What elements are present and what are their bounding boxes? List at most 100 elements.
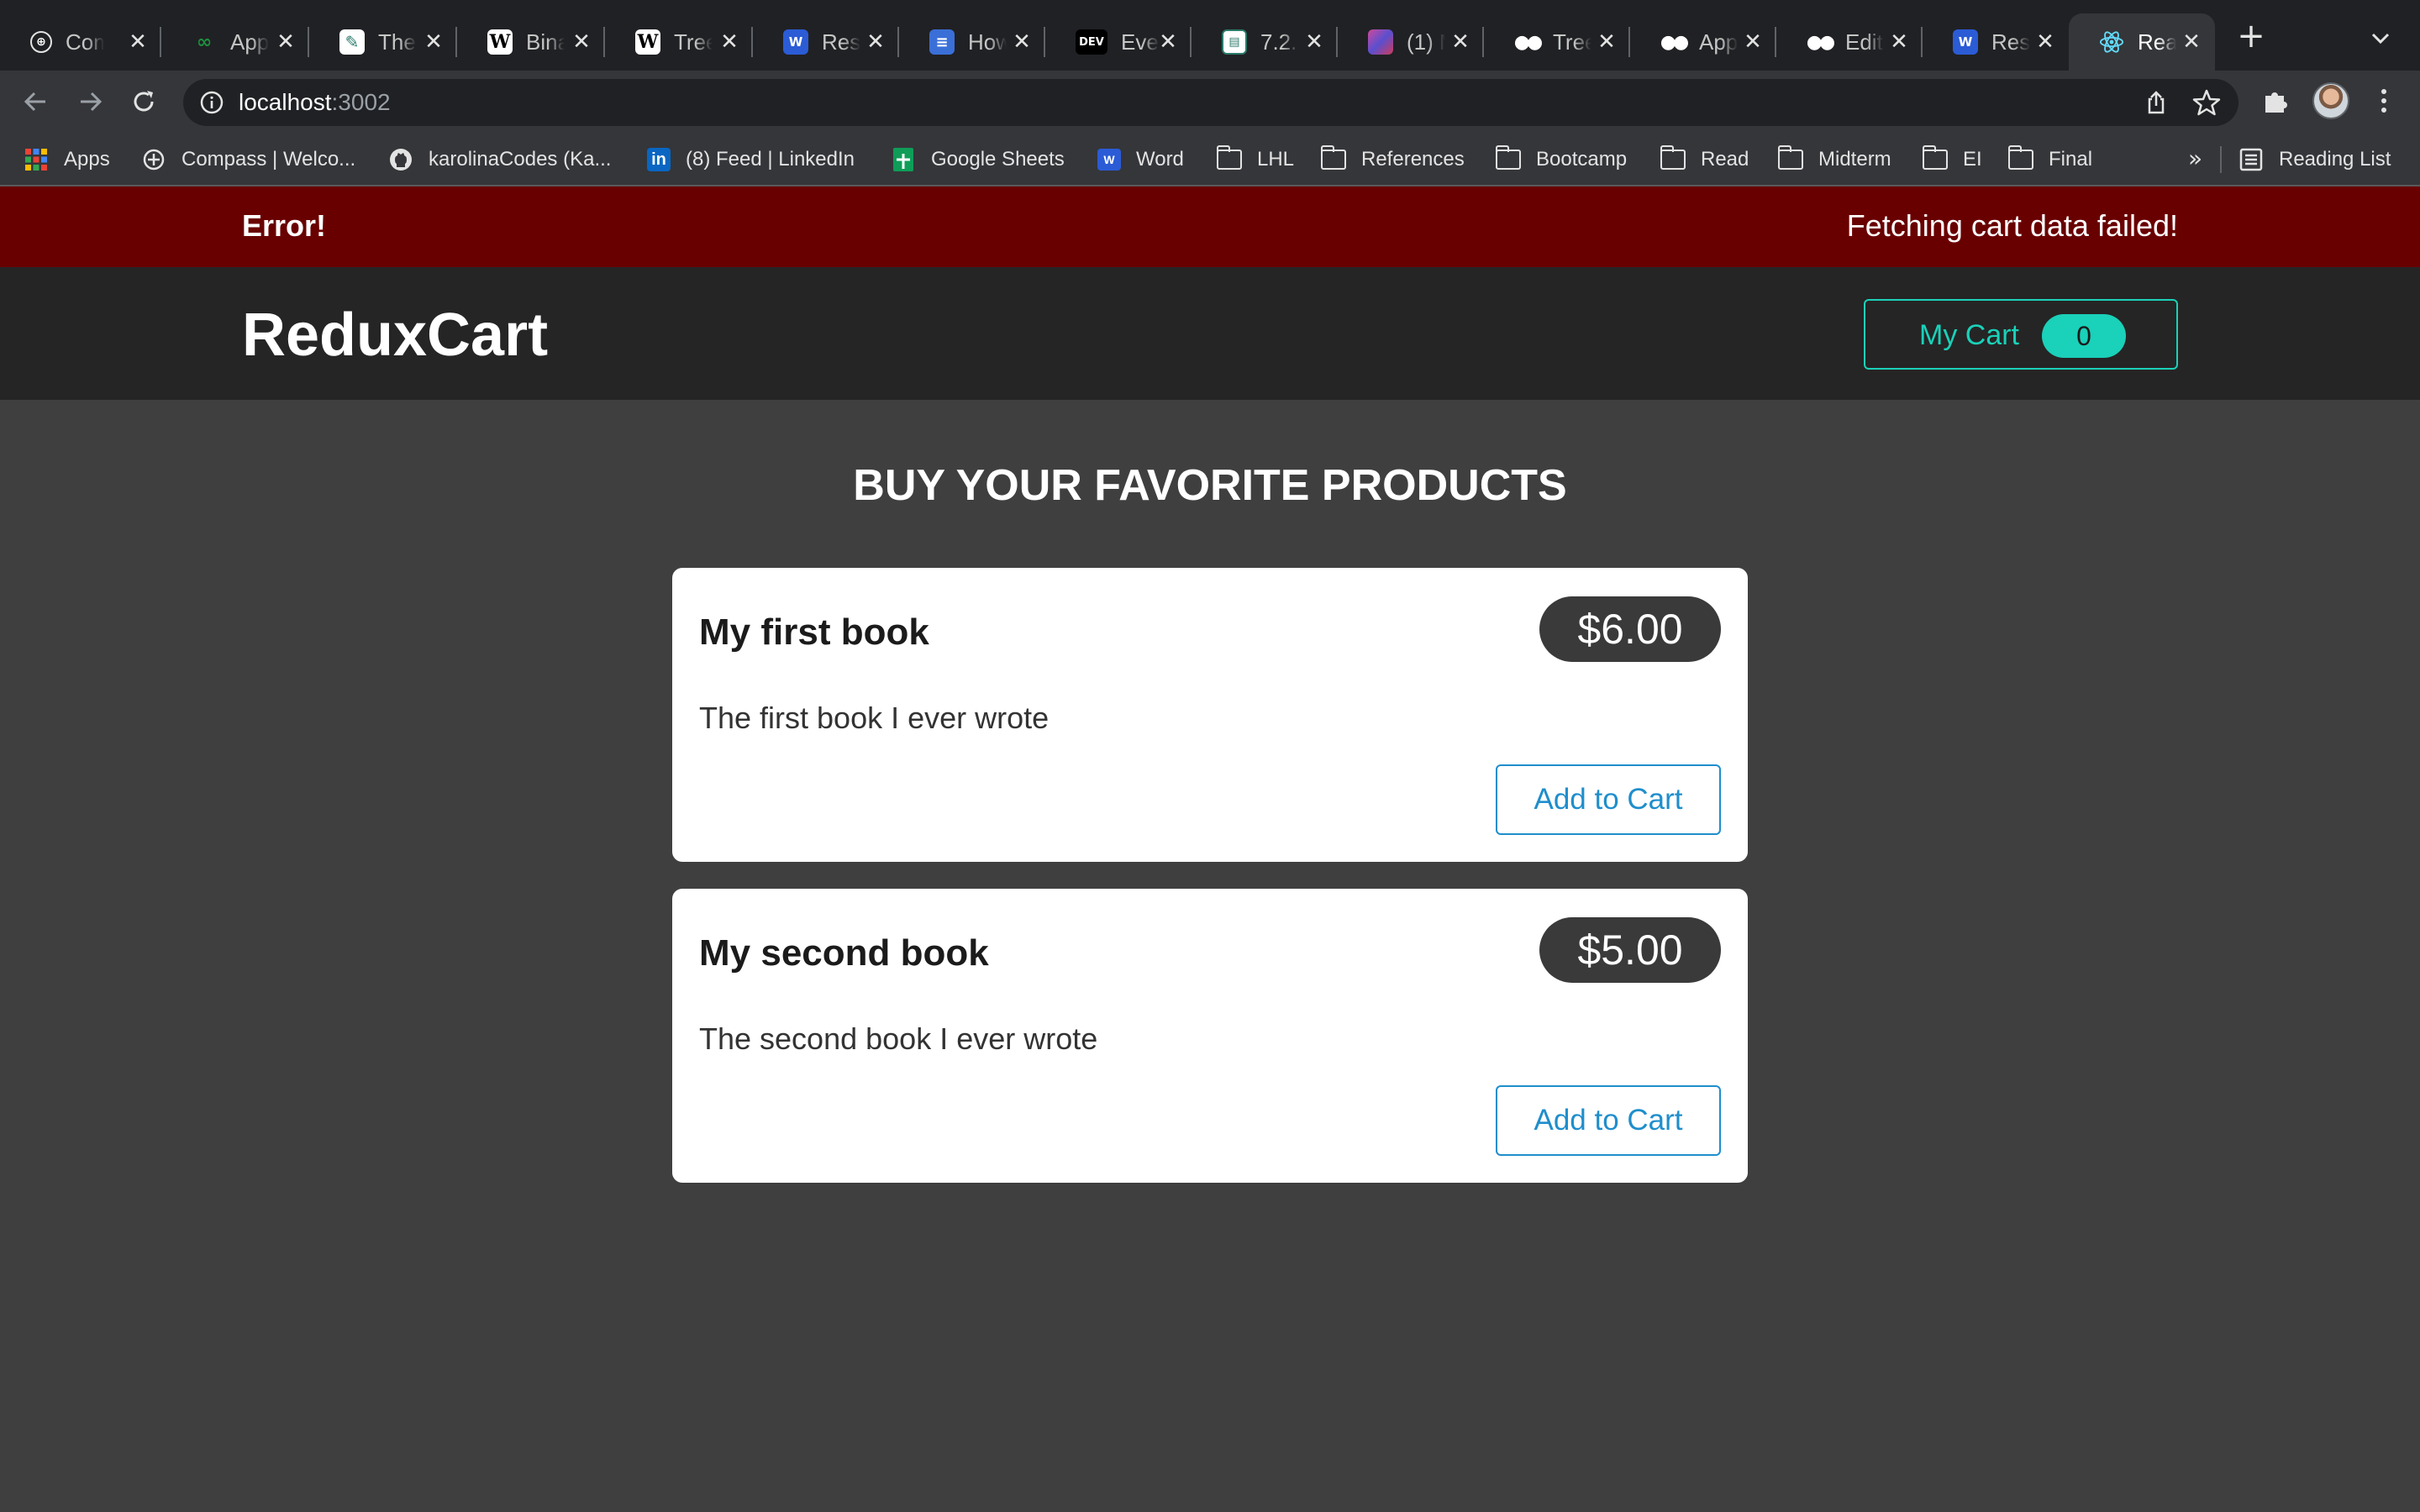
bookmark-folder-final[interactable]: Final bbox=[2008, 144, 2092, 175]
tab-title: Binary bbox=[526, 29, 565, 55]
bookmark-label: Word bbox=[1136, 148, 1184, 171]
tab-binary[interactable]: W Binary ✕ bbox=[457, 13, 605, 71]
close-icon[interactable]: ✕ bbox=[274, 30, 297, 54]
tab-app-medium[interactable]: ●● App ✕ bbox=[1630, 13, 1776, 71]
new-tab-plus-icon[interactable]: + bbox=[2237, 19, 2265, 53]
bookmark-folder-ei[interactable]: EI bbox=[1923, 144, 1982, 175]
tab-title: 7.2. bbox=[1260, 29, 1297, 55]
linkedin-icon: in bbox=[647, 148, 671, 171]
bookmark-star-icon[interactable] bbox=[2191, 87, 2222, 118]
bookmark-apps[interactable]: Apps bbox=[24, 144, 110, 175]
my-cart-button[interactable]: My Cart 0 bbox=[1864, 299, 2178, 370]
profile-avatar[interactable] bbox=[2312, 82, 2349, 119]
url-text: localhost:3002 bbox=[239, 89, 391, 115]
product-price-badge: $6.00 bbox=[1539, 596, 1721, 662]
close-icon[interactable]: ✕ bbox=[864, 30, 887, 54]
close-icon[interactable]: ✕ bbox=[570, 30, 593, 54]
tab-compass[interactable]: ⊕ Compass ✕ bbox=[0, 13, 161, 71]
product-description: The second book I ever wrote bbox=[699, 1021, 1098, 1056]
close-icon[interactable]: ✕ bbox=[1156, 30, 1180, 54]
tab-search-chevron-down-icon[interactable] bbox=[2368, 25, 2393, 50]
apps-grid-icon bbox=[24, 147, 49, 172]
products-heading: BUY YOUR FAVORITE PRODUCTS bbox=[853, 461, 1567, 510]
reading-list-icon bbox=[2238, 147, 2264, 172]
bookmark-label: karolinaCodes (Ka... bbox=[429, 148, 612, 171]
share-icon[interactable] bbox=[2143, 89, 2170, 116]
bookmark-label: LHL bbox=[1257, 148, 1295, 171]
github-icon bbox=[388, 147, 413, 172]
tab-resume[interactable]: W Resume ✕ bbox=[753, 13, 899, 71]
close-icon[interactable]: ✕ bbox=[1010, 30, 1034, 54]
tab-react-app[interactable]: React App ✕ bbox=[2069, 13, 2215, 71]
reading-list-button[interactable]: Reading List bbox=[2238, 144, 2391, 175]
medium-icon: ●● bbox=[1660, 31, 1689, 53]
wikipedia-icon: W bbox=[487, 29, 513, 55]
tab-title: Resume bbox=[1991, 29, 2030, 55]
product-title: My first book bbox=[699, 612, 929, 653]
cart-count-badge: 0 bbox=[2042, 314, 2126, 358]
folder-icon bbox=[1778, 145, 1803, 172]
add-to-cart-button[interactable]: Add to Cart bbox=[1496, 1085, 1721, 1156]
product-price-badge: $5.00 bbox=[1539, 917, 1721, 983]
back-arrow-icon[interactable] bbox=[20, 86, 52, 118]
menu-kebab-icon[interactable] bbox=[2371, 86, 2396, 116]
address-bar[interactable]: localhost:3002 bbox=[183, 79, 2238, 126]
close-icon[interactable]: ✕ bbox=[718, 30, 741, 54]
folder-icon bbox=[1321, 145, 1346, 172]
bookmark-folder-read[interactable]: Read bbox=[1660, 144, 1749, 175]
reload-icon[interactable] bbox=[128, 86, 160, 118]
tab-every[interactable]: DEV Every ✕ bbox=[1045, 13, 1192, 71]
diagram-icon: ✎ bbox=[339, 29, 365, 55]
folder-icon bbox=[2008, 145, 2033, 172]
folder-icon bbox=[1923, 145, 1948, 172]
tab-tree-medium[interactable]: ●● Tree ✕ bbox=[1484, 13, 1630, 71]
app-header: ReduxCart My Cart 0 bbox=[0, 267, 2420, 400]
tab-title: Apple bbox=[230, 29, 269, 55]
bookmark-label: Midterm bbox=[1818, 148, 1891, 171]
folder-icon bbox=[1217, 145, 1242, 172]
bookmark-word[interactable]: W Word bbox=[1097, 144, 1184, 175]
bookmark-folder-midterm[interactable]: Midterm bbox=[1778, 144, 1891, 175]
tab-title: Tree bbox=[1553, 29, 1591, 55]
tab-title: Tree bbox=[674, 29, 713, 55]
close-icon[interactable]: ✕ bbox=[126, 30, 150, 54]
tab-m[interactable]: (1) M ✕ bbox=[1338, 13, 1484, 71]
bookmarks-overflow-chevron-icon[interactable]: » bbox=[2188, 144, 2202, 172]
tab-title: How bbox=[968, 29, 1007, 55]
add-to-cart-button[interactable]: Add to Cart bbox=[1496, 764, 1721, 835]
notification-title: Error! bbox=[242, 208, 327, 243]
bookmark-folder-lhl[interactable]: LHL bbox=[1217, 144, 1294, 175]
document-icon: ▤ bbox=[1222, 29, 1247, 55]
bookmark-google-sheets[interactable]: Google Sheets bbox=[891, 144, 1065, 175]
close-icon[interactable]: ✕ bbox=[1887, 30, 1911, 54]
close-icon[interactable]: ✕ bbox=[1595, 30, 1618, 54]
close-icon[interactable]: ✕ bbox=[2180, 30, 2203, 54]
bookmark-label: Compass | Welco... bbox=[182, 148, 356, 171]
link-icon: ∞ bbox=[196, 31, 213, 53]
bookmark-compass[interactable]: Compass | Welco... bbox=[141, 144, 355, 175]
tab-title: (1) M bbox=[1407, 29, 1445, 55]
tab-how[interactable]: ≡ How ✕ bbox=[899, 13, 1045, 71]
compass-icon bbox=[141, 147, 166, 172]
close-icon[interactable]: ✕ bbox=[2033, 30, 2057, 54]
bookmark-folder-references[interactable]: References bbox=[1321, 144, 1465, 175]
bookmark-linkedin[interactable]: in (8) Feed | LinkedIn bbox=[647, 144, 855, 175]
tab-7-2[interactable]: ▤ 7.2. ✕ bbox=[1192, 13, 1338, 71]
bookmark-folder-bootcamp[interactable]: Bootcamp bbox=[1496, 144, 1627, 175]
close-icon[interactable]: ✕ bbox=[1449, 30, 1472, 54]
extensions-puzzle-icon[interactable] bbox=[2260, 86, 2291, 116]
tab-apple[interactable]: ∞ Apple ✕ bbox=[161, 13, 309, 71]
tab-edit-medium[interactable]: ●● Edit ✕ bbox=[1776, 13, 1923, 71]
bookmark-github[interactable]: karolinaCodes (Ka... bbox=[388, 144, 611, 175]
tab-the[interactable]: ✎ The ✕ bbox=[309, 13, 457, 71]
tab-tree[interactable]: W Tree ✕ bbox=[605, 13, 753, 71]
bookmarks-bar: Apps Compass | Welco... karolinaCodes (K… bbox=[0, 133, 2420, 186]
bookmark-label: Final bbox=[2049, 148, 2093, 171]
tab-resume-2[interactable]: W Resume ✕ bbox=[1923, 13, 2069, 71]
forward-arrow-icon[interactable] bbox=[74, 86, 106, 118]
close-icon[interactable]: ✕ bbox=[422, 30, 445, 54]
close-icon[interactable]: ✕ bbox=[1302, 30, 1326, 54]
close-icon[interactable]: ✕ bbox=[1741, 30, 1765, 54]
info-icon[interactable] bbox=[198, 89, 225, 116]
notification-message: Fetching cart data failed! bbox=[1846, 208, 2178, 243]
